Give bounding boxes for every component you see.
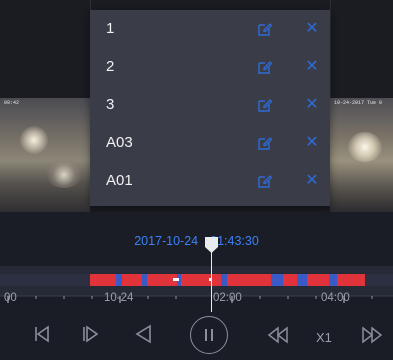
close-icon[interactable]: ✕ (304, 21, 320, 37)
dropdown-item-label: A03 (106, 134, 133, 151)
camera-tile-top-left[interactable] (0, 0, 91, 98)
edit-icon[interactable] (258, 60, 272, 74)
camera-tile-right[interactable]: 10-24-2017 Tue 0 (330, 98, 393, 212)
close-icon[interactable]: ✕ (304, 59, 320, 75)
timestamp: 2017-10-24 01:43:30 (0, 234, 393, 248)
dropdown-item-2[interactable]: 2 ✕ (90, 48, 330, 86)
edit-icon[interactable] (258, 98, 272, 112)
slow-down-icon[interactable] (267, 326, 289, 344)
dropdown-item-3[interactable]: 3 ✕ (90, 86, 330, 124)
timestamp-date: 2017-10-24 (134, 234, 199, 248)
axis-label-0400: 04:00 (321, 292, 350, 304)
dropdown-item-1[interactable]: 1 ✕ (90, 10, 330, 48)
pause-icon (205, 329, 213, 341)
axis-label-0200: 02:00 (213, 292, 242, 304)
axis-label-left: 00 (4, 292, 17, 304)
dropdown-item-label: 2 (106, 58, 115, 75)
edit-icon[interactable] (258, 174, 272, 188)
dropdown-item-label: 1 (106, 20, 115, 37)
video-area: 09:42 10-24-2017 Tue 0 1 ✕ 2 ✕ 3 ✕ A03 ✕ (0, 0, 393, 212)
edit-icon[interactable] (258, 22, 272, 36)
recording-timeline[interactable] (0, 270, 393, 290)
dropdown-item-label: A01 (106, 172, 133, 189)
playback-speed[interactable]: X1 (316, 330, 332, 345)
axis-label-date: 10-24 (104, 292, 134, 304)
playhead-handle[interactable] (205, 237, 218, 253)
close-icon[interactable]: ✕ (304, 97, 320, 113)
camera-osd-left: 09:42 (4, 100, 20, 106)
camera-tile-top-right[interactable] (330, 0, 393, 98)
camera-tile-left[interactable]: 09:42 (0, 98, 90, 212)
camera-osd-right: 10-24-2017 Tue 0 (334, 100, 383, 106)
dropdown-item-label: 3 (106, 96, 115, 113)
prev-frame-icon[interactable] (33, 324, 51, 344)
close-icon[interactable]: ✕ (304, 173, 320, 189)
close-icon[interactable]: ✕ (304, 135, 320, 151)
fast-forward-icon[interactable] (361, 326, 383, 344)
next-frame-icon[interactable] (82, 324, 100, 344)
reverse-play-icon[interactable] (134, 324, 152, 344)
dropdown-item-a01[interactable]: A01 ✕ (90, 162, 330, 200)
edit-icon[interactable] (258, 136, 272, 150)
playhead-line[interactable] (211, 248, 212, 312)
camera-group-dropdown: 1 ✕ 2 ✕ 3 ✕ A03 ✕ A01 ✕ (90, 10, 330, 206)
dropdown-item-a03[interactable]: A03 ✕ (90, 124, 330, 162)
